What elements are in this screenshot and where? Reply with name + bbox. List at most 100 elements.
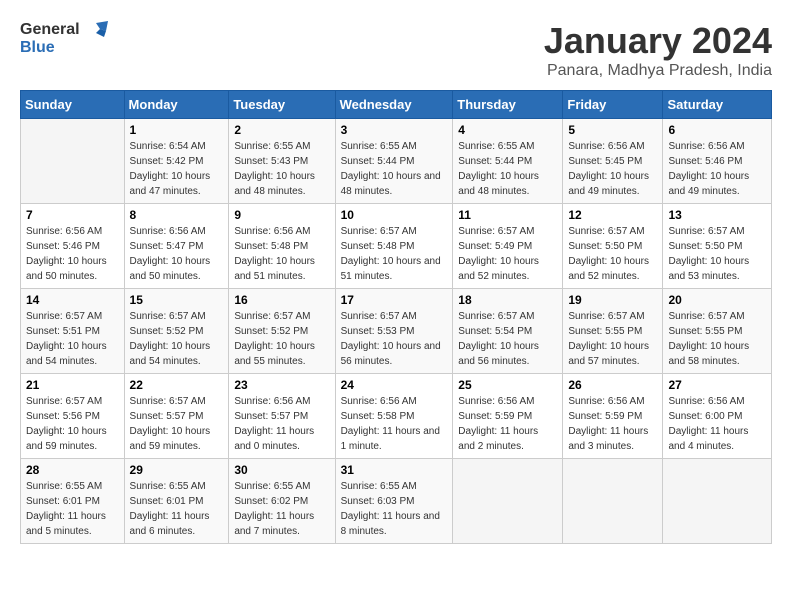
- day-number: 6: [668, 123, 766, 137]
- day-number: 8: [130, 208, 224, 222]
- calendar-week-row: 21 Sunrise: 6:57 AMSunset: 5:56 PMDaylig…: [21, 374, 772, 459]
- logo-mark: General Blue: [20, 20, 108, 57]
- day-number: 25: [458, 378, 557, 392]
- calendar-cell: 30 Sunrise: 6:55 AMSunset: 6:02 PMDaylig…: [229, 459, 335, 544]
- day-detail: Sunrise: 6:56 AMSunset: 5:47 PMDaylight:…: [130, 224, 224, 284]
- calendar-cell: 22 Sunrise: 6:57 AMSunset: 5:57 PMDaylig…: [124, 374, 229, 459]
- location-subtitle: Panara, Madhya Pradesh, India: [544, 62, 772, 80]
- calendar-cell: 26 Sunrise: 6:56 AMSunset: 5:59 PMDaylig…: [563, 374, 663, 459]
- day-detail: Sunrise: 6:57 AMSunset: 5:51 PMDaylight:…: [26, 309, 119, 369]
- day-detail: Sunrise: 6:56 AMSunset: 6:00 PMDaylight:…: [668, 394, 766, 454]
- calendar-cell: [663, 459, 772, 544]
- calendar-cell: 27 Sunrise: 6:56 AMSunset: 6:00 PMDaylig…: [663, 374, 772, 459]
- day-number: 2: [234, 123, 329, 137]
- weekday-header: Wednesday: [335, 91, 453, 119]
- weekday-header: Thursday: [453, 91, 563, 119]
- day-number: 16: [234, 293, 329, 307]
- day-number: 14: [26, 293, 119, 307]
- day-detail: Sunrise: 6:56 AMSunset: 5:59 PMDaylight:…: [568, 394, 657, 454]
- day-number: 12: [568, 208, 657, 222]
- day-detail: Sunrise: 6:56 AMSunset: 5:48 PMDaylight:…: [234, 224, 329, 284]
- calendar-header-row: SundayMondayTuesdayWednesdayThursdayFrid…: [21, 91, 772, 119]
- day-detail: Sunrise: 6:56 AMSunset: 5:45 PMDaylight:…: [568, 139, 657, 199]
- day-number: 18: [458, 293, 557, 307]
- calendar-cell: 14 Sunrise: 6:57 AMSunset: 5:51 PMDaylig…: [21, 289, 125, 374]
- calendar-cell: 18 Sunrise: 6:57 AMSunset: 5:54 PMDaylig…: [453, 289, 563, 374]
- weekday-header: Sunday: [21, 91, 125, 119]
- day-detail: Sunrise: 6:57 AMSunset: 5:55 PMDaylight:…: [568, 309, 657, 369]
- day-detail: Sunrise: 6:57 AMSunset: 5:57 PMDaylight:…: [130, 394, 224, 454]
- calendar-cell: 29 Sunrise: 6:55 AMSunset: 6:01 PMDaylig…: [124, 459, 229, 544]
- day-number: 24: [341, 378, 448, 392]
- day-number: 9: [234, 208, 329, 222]
- day-number: 28: [26, 463, 119, 477]
- calendar-cell: [21, 119, 125, 204]
- weekday-header: Monday: [124, 91, 229, 119]
- day-number: 27: [668, 378, 766, 392]
- weekday-header: Friday: [563, 91, 663, 119]
- day-number: 23: [234, 378, 329, 392]
- calendar-cell: 16 Sunrise: 6:57 AMSunset: 5:52 PMDaylig…: [229, 289, 335, 374]
- calendar-cell: 8 Sunrise: 6:56 AMSunset: 5:47 PMDayligh…: [124, 204, 229, 289]
- day-detail: Sunrise: 6:57 AMSunset: 5:50 PMDaylight:…: [568, 224, 657, 284]
- month-year-title: January 2024: [544, 20, 772, 62]
- day-number: 30: [234, 463, 329, 477]
- calendar-week-row: 28 Sunrise: 6:55 AMSunset: 6:01 PMDaylig…: [21, 459, 772, 544]
- day-number: 21: [26, 378, 119, 392]
- weekday-header: Saturday: [663, 91, 772, 119]
- day-detail: Sunrise: 6:57 AMSunset: 5:50 PMDaylight:…: [668, 224, 766, 284]
- day-number: 15: [130, 293, 224, 307]
- day-detail: Sunrise: 6:55 AMSunset: 5:44 PMDaylight:…: [341, 139, 448, 199]
- weekday-header: Tuesday: [229, 91, 335, 119]
- day-number: 7: [26, 208, 119, 222]
- calendar-cell: 28 Sunrise: 6:55 AMSunset: 6:01 PMDaylig…: [21, 459, 125, 544]
- calendar-week-row: 14 Sunrise: 6:57 AMSunset: 5:51 PMDaylig…: [21, 289, 772, 374]
- day-number: 1: [130, 123, 224, 137]
- day-detail: Sunrise: 6:57 AMSunset: 5:54 PMDaylight:…: [458, 309, 557, 369]
- day-detail: Sunrise: 6:57 AMSunset: 5:52 PMDaylight:…: [130, 309, 224, 369]
- calendar-cell: 4 Sunrise: 6:55 AMSunset: 5:44 PMDayligh…: [453, 119, 563, 204]
- day-detail: Sunrise: 6:57 AMSunset: 5:56 PMDaylight:…: [26, 394, 119, 454]
- day-detail: Sunrise: 6:56 AMSunset: 5:58 PMDaylight:…: [341, 394, 448, 454]
- day-detail: Sunrise: 6:55 AMSunset: 6:01 PMDaylight:…: [130, 479, 224, 539]
- day-detail: Sunrise: 6:56 AMSunset: 5:57 PMDaylight:…: [234, 394, 329, 454]
- calendar-cell: 19 Sunrise: 6:57 AMSunset: 5:55 PMDaylig…: [563, 289, 663, 374]
- day-number: 4: [458, 123, 557, 137]
- calendar-table: SundayMondayTuesdayWednesdayThursdayFrid…: [20, 90, 772, 544]
- day-detail: Sunrise: 6:55 AMSunset: 5:44 PMDaylight:…: [458, 139, 557, 199]
- day-detail: Sunrise: 6:55 AMSunset: 6:03 PMDaylight:…: [341, 479, 448, 539]
- day-detail: Sunrise: 6:55 AMSunset: 6:02 PMDaylight:…: [234, 479, 329, 539]
- calendar-cell: 17 Sunrise: 6:57 AMSunset: 5:53 PMDaylig…: [335, 289, 453, 374]
- day-number: 19: [568, 293, 657, 307]
- page-header: General Blue January 2024 Panara, Madhya…: [20, 20, 772, 80]
- calendar-cell: 6 Sunrise: 6:56 AMSunset: 5:46 PMDayligh…: [663, 119, 772, 204]
- day-detail: Sunrise: 6:56 AMSunset: 5:59 PMDaylight:…: [458, 394, 557, 454]
- day-detail: Sunrise: 6:55 AMSunset: 6:01 PMDaylight:…: [26, 479, 119, 539]
- calendar-cell: 12 Sunrise: 6:57 AMSunset: 5:50 PMDaylig…: [563, 204, 663, 289]
- day-number: 31: [341, 463, 448, 477]
- calendar-cell: 3 Sunrise: 6:55 AMSunset: 5:44 PMDayligh…: [335, 119, 453, 204]
- day-detail: Sunrise: 6:57 AMSunset: 5:52 PMDaylight:…: [234, 309, 329, 369]
- calendar-cell: 10 Sunrise: 6:57 AMSunset: 5:48 PMDaylig…: [335, 204, 453, 289]
- day-number: 20: [668, 293, 766, 307]
- day-detail: Sunrise: 6:57 AMSunset: 5:49 PMDaylight:…: [458, 224, 557, 284]
- day-number: 3: [341, 123, 448, 137]
- calendar-cell: 1 Sunrise: 6:54 AMSunset: 5:42 PMDayligh…: [124, 119, 229, 204]
- title-section: January 2024 Panara, Madhya Pradesh, Ind…: [544, 20, 772, 80]
- day-number: 17: [341, 293, 448, 307]
- day-number: 13: [668, 208, 766, 222]
- day-number: 5: [568, 123, 657, 137]
- calendar-cell: 13 Sunrise: 6:57 AMSunset: 5:50 PMDaylig…: [663, 204, 772, 289]
- calendar-cell: [563, 459, 663, 544]
- calendar-cell: 25 Sunrise: 6:56 AMSunset: 5:59 PMDaylig…: [453, 374, 563, 459]
- day-detail: Sunrise: 6:57 AMSunset: 5:48 PMDaylight:…: [341, 224, 448, 284]
- day-detail: Sunrise: 6:56 AMSunset: 5:46 PMDaylight:…: [668, 139, 766, 199]
- calendar-week-row: 7 Sunrise: 6:56 AMSunset: 5:46 PMDayligh…: [21, 204, 772, 289]
- calendar-week-row: 1 Sunrise: 6:54 AMSunset: 5:42 PMDayligh…: [21, 119, 772, 204]
- calendar-cell: 20 Sunrise: 6:57 AMSunset: 5:55 PMDaylig…: [663, 289, 772, 374]
- calendar-cell: 21 Sunrise: 6:57 AMSunset: 5:56 PMDaylig…: [21, 374, 125, 459]
- calendar-cell: [453, 459, 563, 544]
- calendar-cell: 2 Sunrise: 6:55 AMSunset: 5:43 PMDayligh…: [229, 119, 335, 204]
- day-detail: Sunrise: 6:56 AMSunset: 5:46 PMDaylight:…: [26, 224, 119, 284]
- day-detail: Sunrise: 6:54 AMSunset: 5:42 PMDaylight:…: [130, 139, 224, 199]
